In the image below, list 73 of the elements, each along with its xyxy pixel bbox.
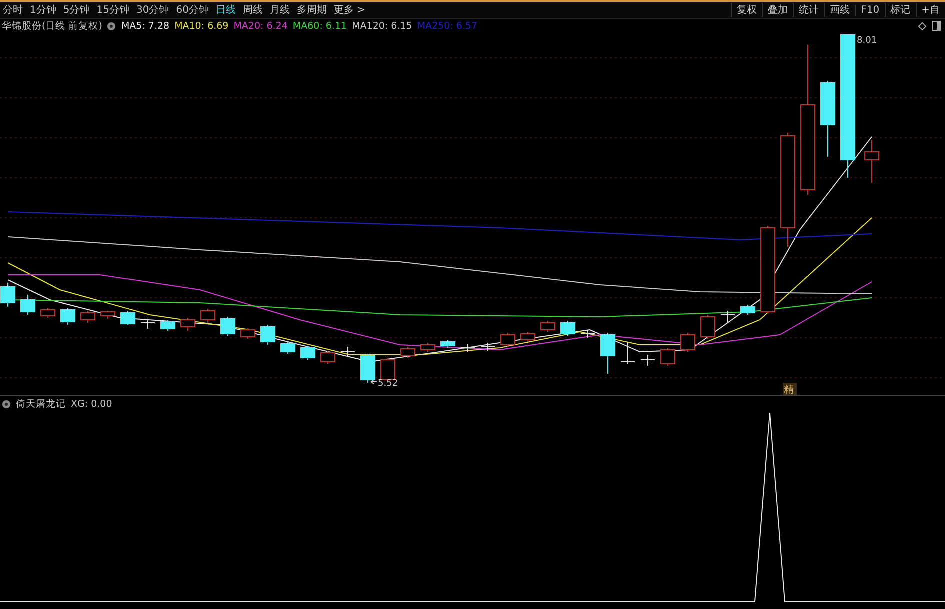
candlestick [260,324,276,346]
candlestick [340,346,356,358]
candlestick [700,314,716,340]
low-arrow-icon [370,380,378,384]
low-price-label: 5.52 [378,379,398,389]
period-tab[interactable]: 60分钟 [176,3,209,17]
candlestick [460,344,476,352]
candlestick [580,330,596,338]
period-tab[interactable]: 15分钟 [96,3,130,17]
moving-average-value: MA60: 6.11 [292,20,348,32]
settings-icon[interactable] [107,22,116,30]
candlestick [120,310,136,326]
candlestick [320,350,336,364]
toolbar-button[interactable]: +自 [916,3,945,17]
period-tab[interactable]: 1分钟 [30,3,56,17]
moving-average-value: MA5: 7.28 [121,20,170,32]
period-tab[interactable]: 5分钟 [63,3,90,17]
candlestick [100,310,116,320]
candlestick [140,318,156,330]
moving-average-value: MA250: 6.57 [417,20,478,32]
candlestick [600,332,616,374]
diamond-icon[interactable] [918,22,927,30]
candlestick [20,294,36,316]
settings-icon[interactable] [2,400,11,408]
candlestick [420,342,436,352]
candlestick [300,346,316,360]
candlestick [220,316,236,336]
candlestick [640,354,656,366]
toolbar-button[interactable]: 画线 [824,3,856,17]
moving-average-value: MA120: 6.15 [352,20,412,32]
period-tab[interactable]: 更多 > [334,3,366,17]
panel-icon[interactable] [932,21,941,31]
candlestick [500,332,516,348]
indicator-value: XG: 0.00 [71,398,112,410]
toolbar-button[interactable]: 叠加 [762,3,794,17]
signal-badge: 精 [783,383,797,395]
candlestick [280,342,296,354]
candlestick [0,282,16,308]
toolbar-button[interactable]: 复权 [731,3,762,17]
candlestick [540,320,556,332]
period-tab[interactable]: 周线 [242,3,263,17]
candlestick [400,346,416,358]
candlestick [720,310,736,324]
toolbar-button[interactable]: 统计 [793,3,824,17]
chart-title: 华锦股份(日线 前复权) [2,20,102,32]
moving-average-value: MA10: 6.69 [174,20,229,32]
candlestick [60,308,76,326]
period-tab[interactable]: 日线 [216,3,236,17]
period-tab[interactable]: 30分钟 [136,3,170,17]
candlestick [80,310,96,324]
candlestick [560,320,576,336]
candlestick [440,340,456,348]
toolbar-button[interactable]: 标记 [884,3,916,17]
candlestick [740,304,756,316]
period-tab[interactable]: 月线 [270,3,290,17]
toolbar-button[interactable]: F10 [855,4,885,16]
candlestick [180,318,196,332]
candlestick [520,332,536,342]
candlestick [200,308,216,324]
indicator-title: 倚天屠龙记 [16,398,66,410]
candlestick [360,354,376,384]
candlestick [660,348,676,366]
candlestick [40,308,56,318]
moving-average-value: MA20: 6.24 [234,20,288,32]
candlestick [240,328,256,340]
period-tab[interactable]: 分时 [3,3,23,17]
candlestick [160,320,176,332]
candlestick [620,342,636,364]
candlestick [480,342,496,352]
period-tab[interactable]: 多周期 [296,3,327,17]
candlestick [680,332,696,352]
high-price-label: 8.01 [857,36,878,46]
candlestick [864,140,880,184]
